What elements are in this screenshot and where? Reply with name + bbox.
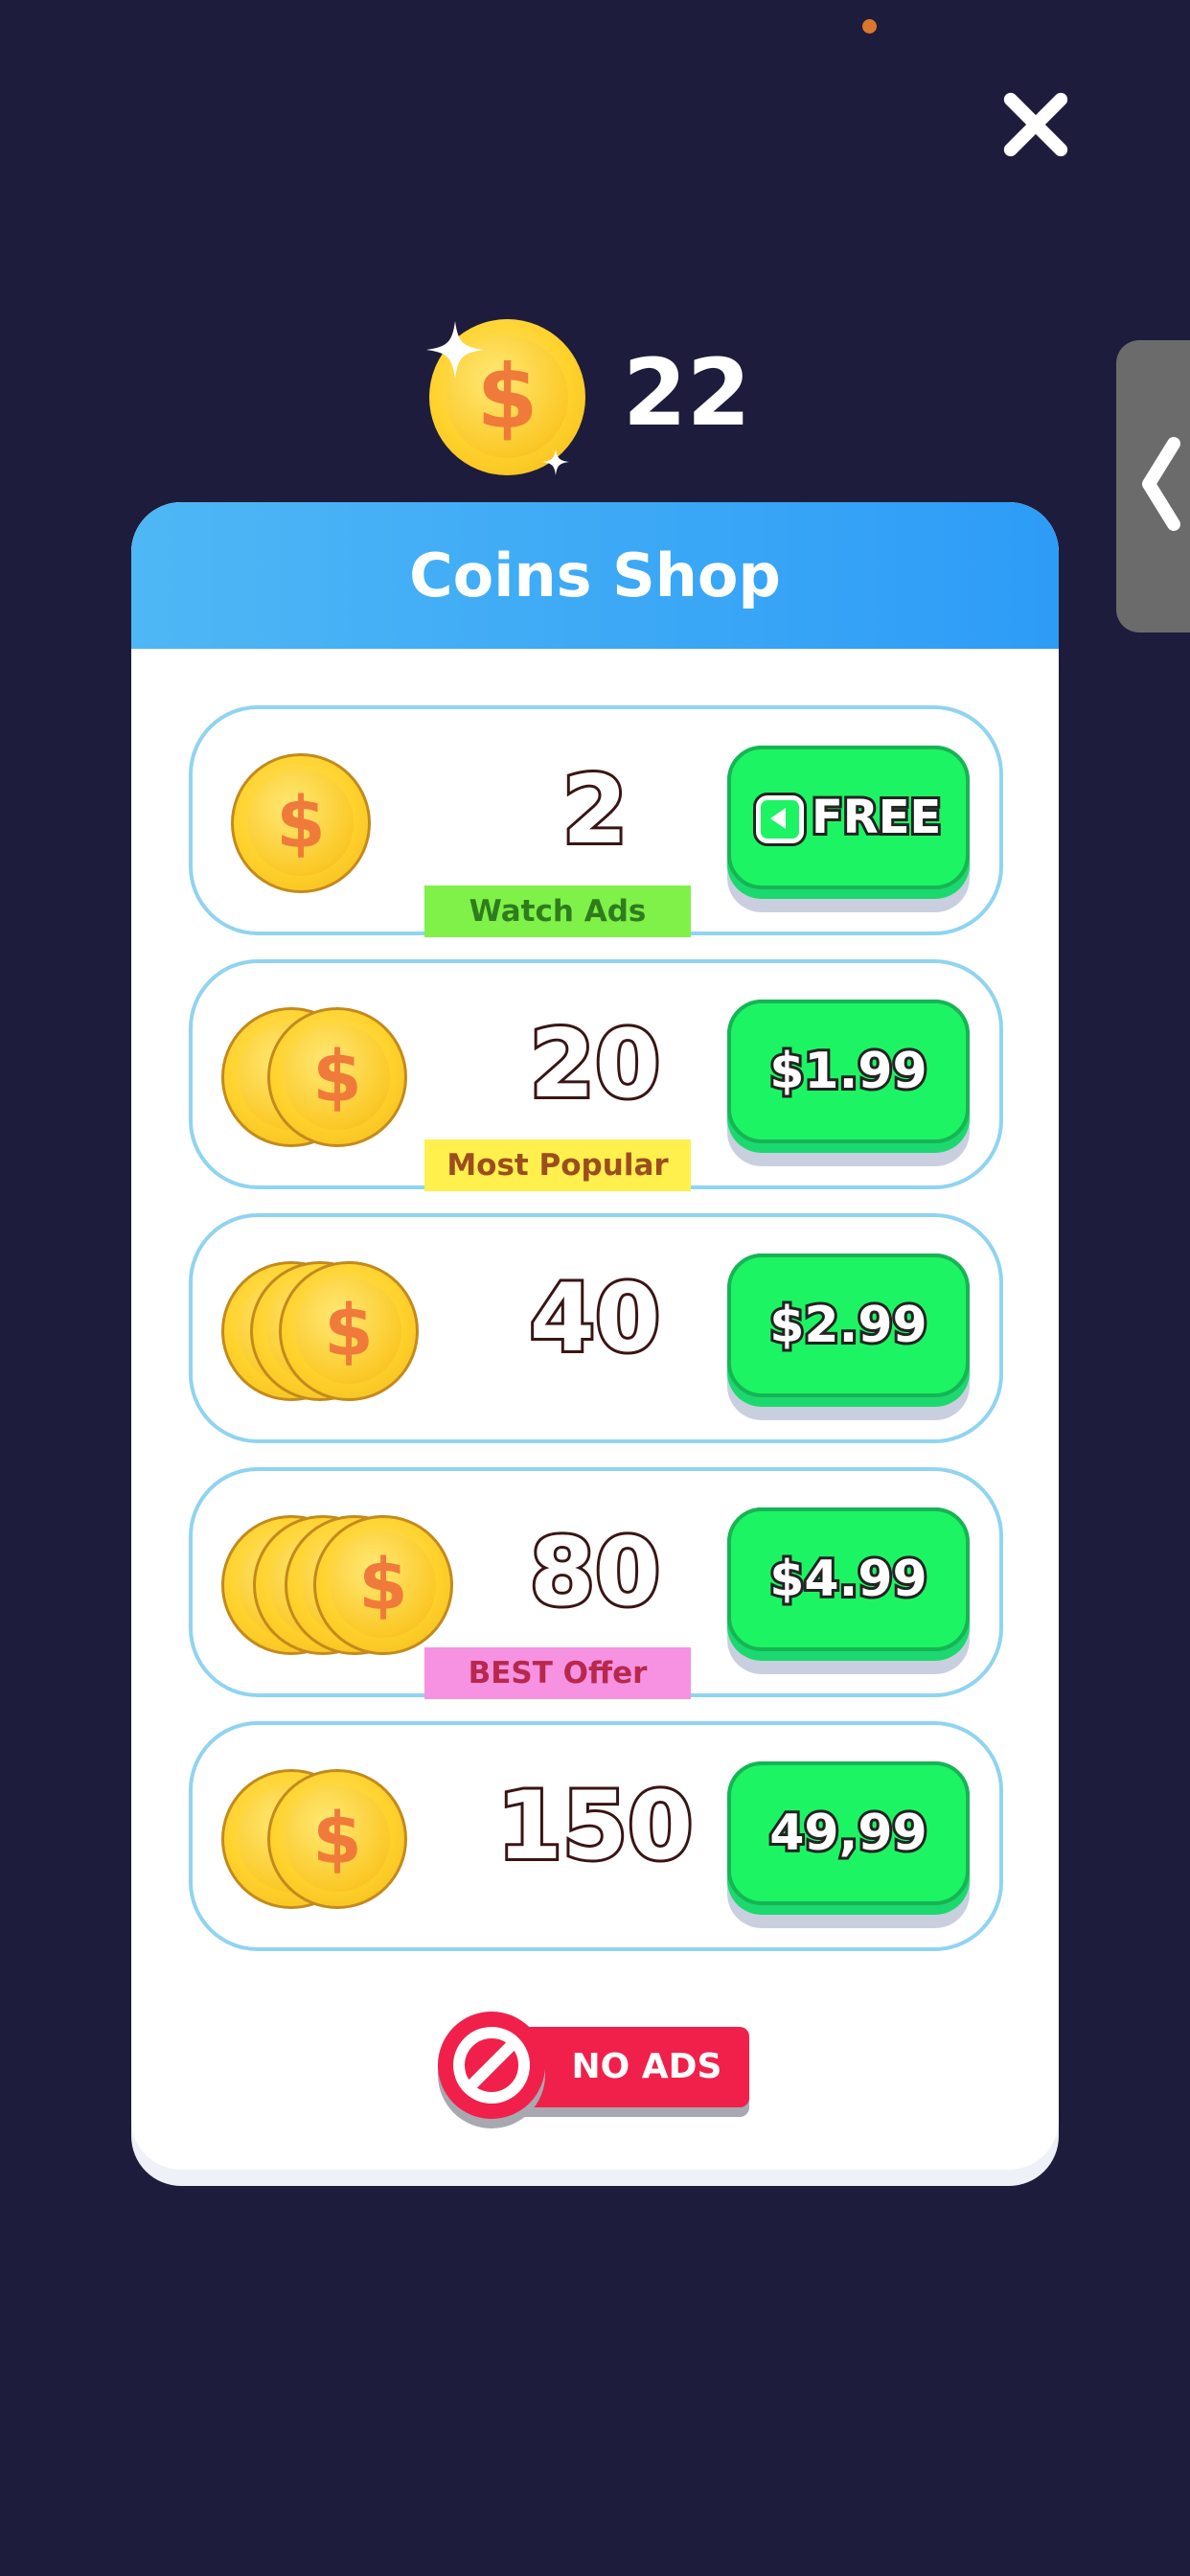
no-ads-label: NO ADS	[571, 2047, 722, 2086]
coin-icon: $	[313, 1515, 453, 1655]
buy-button-label: 49,99	[767, 1802, 929, 1865]
shop-item-row: $ 2 Watch Ads FREE	[189, 705, 1003, 937]
shop-item-row: $ 150 49,99	[189, 1721, 1003, 1951]
buy-button[interactable]: $1.99	[727, 1000, 970, 1153]
video-ad-icon	[756, 795, 804, 843]
coin-balance: 22	[623, 339, 751, 447]
buy-button-label: $1.99	[767, 1040, 929, 1103]
no-ads-button[interactable]: NO ADS	[438, 2012, 750, 2119]
buy-button-label: FREE	[809, 788, 944, 847]
shop-item-row: $ 80 BEST Offer $4.99	[189, 1467, 1003, 1699]
shop-item-row: $ 40 $2.99	[189, 1213, 1003, 1443]
buy-button[interactable]: $4.99	[727, 1507, 970, 1661]
panel-title: Coins Shop	[409, 540, 781, 610]
offer-tag: Most Popular	[424, 1139, 691, 1191]
coin-icon: $	[267, 1769, 407, 1909]
buy-button-label: $2.99	[767, 1294, 929, 1357]
notification-dot	[862, 19, 877, 34]
no-entry-icon	[453, 2027, 530, 2104]
buy-button[interactable]: $2.99	[727, 1254, 970, 1407]
shop-item-row: $ 20 Most Popular $1.99	[189, 959, 1003, 1191]
offer-tag: BEST Offer	[424, 1647, 691, 1699]
sparkle-icon	[542, 448, 569, 475]
coin-icon: $	[231, 753, 371, 893]
coin-amount: 2	[560, 753, 630, 868]
coin-amount: 20	[527, 1007, 663, 1122]
coin-amount: 40	[527, 1261, 663, 1376]
side-drawer-tab[interactable]	[1116, 340, 1190, 632]
watch-ad-button[interactable]: FREE	[727, 746, 970, 899]
coins-shop-panel: Coins Shop $ 2 Watch Ads FREE $ 20 Most …	[131, 502, 1059, 2186]
coin-icon: $	[279, 1261, 419, 1401]
close-button[interactable]	[996, 86, 1073, 163]
buy-button[interactable]: 49,99	[727, 1761, 970, 1915]
chevron-left-icon	[1142, 437, 1180, 531]
sparkle-icon	[426, 321, 484, 379]
offer-tag: Watch Ads	[424, 886, 691, 937]
buy-button-label: $4.99	[767, 1548, 929, 1611]
coin-amount: 80	[527, 1515, 663, 1630]
coin-amount: 150	[494, 1769, 697, 1884]
coin-icon: $	[267, 1007, 407, 1147]
